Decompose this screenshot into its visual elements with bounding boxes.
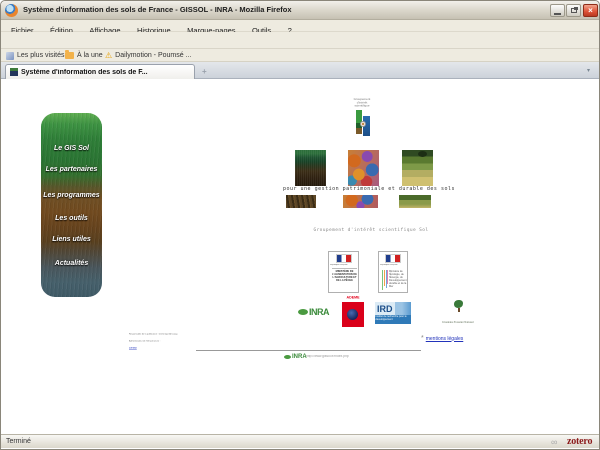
sidebar-item-gis-sol[interactable]: Le GIS Sol bbox=[41, 145, 102, 152]
tab-label: Système d'information des sols de F... bbox=[21, 69, 148, 76]
sidebar-item-programmes[interactable]: Les programmes bbox=[41, 192, 102, 199]
ministry-agriculture-logo[interactable]: République Française MINISTÈRE DE L'ALIM… bbox=[328, 251, 359, 293]
credit-link[interactable]: contact bbox=[129, 347, 177, 349]
ministry-ecologie-label: Ministère de l'Écologie, de l'Énergie, d… bbox=[389, 270, 409, 288]
bookmark-a-la-une[interactable]: À la une bbox=[65, 51, 103, 60]
strip-map bbox=[343, 195, 378, 208]
footer-inra-logo[interactable]: INRA bbox=[284, 354, 307, 360]
most-visited-icon bbox=[6, 52, 14, 60]
bookmark-dailymotion[interactable]: ⚠ Dailymotion - Poumsé ... bbox=[105, 51, 191, 60]
tab-favicon-icon bbox=[10, 68, 18, 76]
folder-icon bbox=[65, 52, 74, 59]
photo-soil-map bbox=[348, 150, 379, 186]
credit-line-1: Responsable de la publication : Dominiqu… bbox=[129, 333, 171, 336]
ird-sublabel: Institut de recherche pour le développem… bbox=[375, 315, 409, 321]
french-flag-icon bbox=[385, 254, 401, 263]
navigation-toolbar: ← → ▾ ↻ × ⌂ http://www.gissol.fr/index.p… bbox=[1, 32, 600, 49]
zotero-button[interactable]: zotero bbox=[567, 436, 592, 447]
ministry-ecologie-logo[interactable]: République Française Ministère de l'Écol… bbox=[378, 251, 408, 293]
french-flag-icon bbox=[336, 254, 352, 263]
minimize-button[interactable] bbox=[550, 4, 565, 17]
page-content: Le GIS Sol Les partenaires Les programme… bbox=[1, 79, 600, 434]
ird-label: IRD bbox=[375, 304, 393, 314]
window-title: Système d'information des sols de France… bbox=[23, 5, 292, 14]
restore-button[interactable] bbox=[566, 4, 581, 17]
footer-url: http://www.gissol.fr/index.php bbox=[306, 355, 367, 358]
status-text: Terminé bbox=[6, 438, 31, 445]
firefox-icon bbox=[5, 4, 18, 17]
warning-icon: ⚠ bbox=[105, 52, 112, 60]
status-bar: Terminé ∞ zotero bbox=[1, 434, 600, 448]
photo-landscape bbox=[402, 150, 433, 186]
minimize-icon bbox=[554, 13, 561, 15]
credit-line-2: Administrateur de l'infrastructure : bbox=[129, 340, 171, 343]
tree-icon bbox=[454, 300, 463, 312]
strip-field bbox=[399, 195, 431, 208]
zotero-loop-icon[interactable]: ∞ bbox=[551, 437, 557, 447]
gis-logo-caption: Groupement d'intérêt scientifique bbox=[347, 98, 377, 108]
ifn-label: Inventaire Forestier National bbox=[440, 321, 476, 324]
tab-gissol[interactable]: Système d'information des sols de F... bbox=[5, 64, 195, 79]
gis-sol-logo bbox=[356, 110, 372, 137]
footer-divider bbox=[196, 350, 421, 351]
new-tab-button[interactable]: + bbox=[202, 67, 207, 76]
strip-soil bbox=[286, 195, 316, 208]
asterisk-icon: * bbox=[421, 335, 424, 342]
close-button[interactable]: × bbox=[583, 4, 598, 17]
org-title: Groupement d'intérêt scientifique Sol bbox=[301, 228, 441, 233]
tab-list-dropdown-icon[interactable]: ▾ bbox=[587, 67, 590, 74]
partner-ademe-logo[interactable] bbox=[342, 302, 364, 327]
tab-bar: Système d'information des sols de F... +… bbox=[1, 62, 600, 79]
mentions-link[interactable]: * mentions légales bbox=[421, 335, 463, 342]
sidebar-item-outils[interactable]: Les outils bbox=[41, 215, 102, 222]
footer-credits: Responsable de la publication : Dominiqu… bbox=[129, 333, 169, 353]
inra-leaf-icon bbox=[284, 355, 291, 359]
sidebar-item-actualites[interactable]: Actualités bbox=[41, 260, 102, 267]
bookmark-most-visited[interactable]: Les plus visités bbox=[6, 51, 64, 60]
ademe-sphere-icon bbox=[347, 309, 358, 320]
partner-inra-logo[interactable]: INRA bbox=[298, 307, 329, 317]
partner-ird-logo[interactable]: IRD Institut de recherche pour le dévelo… bbox=[375, 302, 411, 324]
sidebar-nav: Le GIS Sol Les partenaires Les programme… bbox=[41, 113, 102, 297]
ministry-agriculture-label: MINISTÈRE DE L'ALIMENTATION DE L'AGRICUL… bbox=[331, 270, 358, 282]
color-bars-icon bbox=[382, 270, 388, 290]
photo-soil-profile bbox=[295, 150, 326, 186]
inra-leaf-icon bbox=[298, 309, 308, 315]
sidebar-item-partenaires[interactable]: Les partenaires bbox=[41, 166, 102, 173]
sidebar-item-liens-utiles[interactable]: Liens utiles bbox=[41, 236, 102, 243]
partner-ifn-logo[interactable]: Inventaire Forestier National bbox=[439, 300, 477, 330]
tagline: pour une gestion patrimoniale et durable… bbox=[281, 186, 457, 192]
ademe-label: ADEME bbox=[346, 296, 360, 300]
browser-window: Système d'information des sols de France… bbox=[0, 0, 600, 450]
menu-bar: Fichier Édition Affichage Historique Mar… bbox=[1, 20, 600, 32]
title-bar[interactable]: Système d'information des sols de France… bbox=[1, 1, 600, 20]
inra-label: INRA bbox=[309, 307, 329, 317]
bookmarks-bar: Les plus visités À la une ⚠ Dailymotion … bbox=[1, 49, 600, 62]
